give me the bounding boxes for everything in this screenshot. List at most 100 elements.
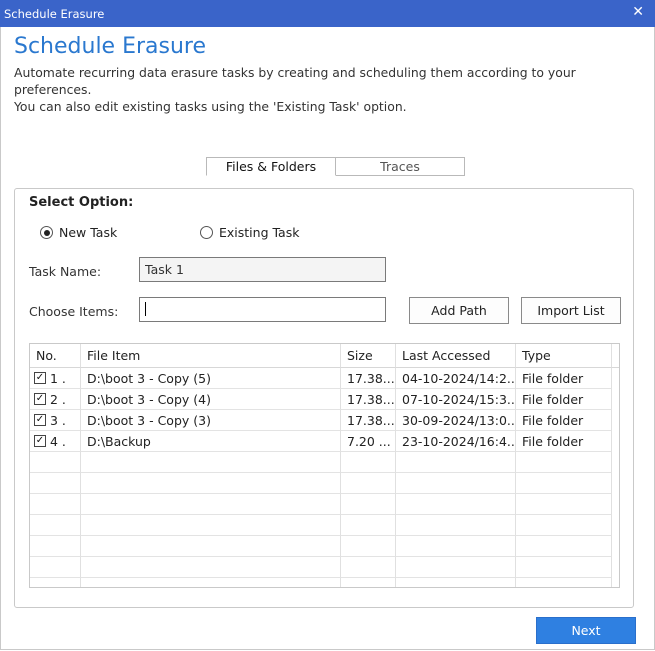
empty-cell — [81, 578, 341, 587]
empty-cell — [516, 557, 612, 578]
choose-items-label: Choose Items: — [29, 304, 119, 319]
tab-bar: Files & Folders Traces — [206, 157, 465, 176]
radio-existing-task-label: Existing Task — [219, 225, 300, 240]
radio-new-task[interactable]: New Task — [40, 225, 117, 240]
file-item-cell: D:\boot 3 - Copy (4) — [81, 389, 341, 410]
choose-items-input[interactable] — [139, 297, 386, 322]
empty-cell — [516, 452, 612, 473]
empty-cell — [81, 557, 341, 578]
empty-table-row — [30, 494, 619, 515]
row-checkbox[interactable]: ✓ — [34, 414, 46, 426]
empty-cell — [81, 452, 341, 473]
text-caret — [145, 302, 146, 316]
close-icon[interactable]: ✕ — [632, 4, 644, 20]
column-header-file-item[interactable]: File Item — [81, 344, 341, 368]
file-item-cell: D:\boot 3 - Copy (3) — [81, 410, 341, 431]
radio-new-task-circle[interactable] — [40, 226, 53, 239]
empty-cell — [516, 515, 612, 536]
empty-cell — [341, 557, 396, 578]
radio-selected-dot — [43, 229, 50, 236]
empty-cell — [341, 536, 396, 557]
empty-cell — [81, 515, 341, 536]
empty-cell — [30, 452, 81, 473]
empty-cell — [30, 578, 81, 587]
last-accessed-cell: 04-10-2024/14:2... — [396, 368, 516, 389]
file-item-cell: D:\Backup — [81, 431, 341, 452]
column-header-no[interactable]: No. — [30, 344, 81, 368]
type-cell: File folder — [516, 368, 612, 389]
radio-existing-task-circle[interactable] — [200, 226, 213, 239]
row-number-cell: ✓ 2 . — [30, 389, 81, 410]
column-header-type[interactable]: Type — [516, 344, 612, 368]
row-number: 3 . — [50, 412, 66, 428]
radio-new-task-label: New Task — [59, 225, 118, 240]
empty-cell — [396, 557, 516, 578]
task-name-label: Task Name: — [29, 264, 102, 279]
row-checkbox[interactable]: ✓ — [34, 372, 46, 384]
empty-cell — [30, 473, 81, 494]
task-name-input[interactable] — [139, 257, 386, 282]
add-path-button[interactable]: Add Path — [409, 297, 509, 324]
size-cell: 17.38... — [341, 368, 396, 389]
empty-table-row — [30, 578, 619, 587]
table-row[interactable]: ✓ 4 . D:\Backup 7.20 ... 23-10-2024/16:4.… — [30, 431, 619, 452]
empty-cell — [30, 515, 81, 536]
empty-cell — [30, 557, 81, 578]
empty-cell — [396, 452, 516, 473]
row-number: 1 . — [50, 370, 66, 386]
empty-table-row — [30, 557, 619, 578]
file-item-cell: D:\boot 3 - Copy (5) — [81, 368, 341, 389]
type-cell: File folder — [516, 410, 612, 431]
table-row[interactable]: ✓ 2 . D:\boot 3 - Copy (4) 17.38... 07-10… — [30, 389, 619, 410]
empty-cell — [516, 494, 612, 515]
row-number: 2 . — [50, 391, 66, 407]
empty-cell — [396, 473, 516, 494]
page-description: Automate recurring data erasure tasks by… — [14, 64, 655, 115]
tab-traces[interactable]: Traces — [336, 157, 465, 176]
empty-cell — [396, 536, 516, 557]
empty-cell — [81, 536, 341, 557]
column-header-last-accessed[interactable]: Last Accessed — [396, 344, 516, 368]
table-row[interactable]: ✓ 1 . D:\boot 3 - Copy (5) 17.38... 04-10… — [30, 368, 619, 389]
empty-cell — [516, 578, 612, 587]
table-row[interactable]: ✓ 3 . D:\boot 3 - Copy (3) 17.38... 30-09… — [30, 410, 619, 431]
empty-cell — [341, 473, 396, 494]
empty-table-row — [30, 473, 619, 494]
column-header-size[interactable]: Size — [341, 344, 396, 368]
row-number: 4 . — [50, 433, 66, 449]
last-accessed-cell: 30-09-2024/13:0... — [396, 410, 516, 431]
empty-cell — [30, 494, 81, 515]
page-title: Schedule Erasure — [14, 34, 207, 59]
radio-existing-task[interactable]: Existing Task — [200, 225, 299, 240]
type-cell: File folder — [516, 389, 612, 410]
size-cell: 17.38... — [341, 389, 396, 410]
empty-cell — [341, 515, 396, 536]
last-accessed-cell: 07-10-2024/15:3... — [396, 389, 516, 410]
empty-table-row — [30, 515, 619, 536]
type-cell: File folder — [516, 431, 612, 452]
empty-table-row — [30, 452, 619, 473]
row-number-cell: ✓ 1 . — [30, 368, 81, 389]
description-line-2: You can also edit existing tasks using t… — [14, 99, 407, 114]
empty-cell — [30, 536, 81, 557]
select-option-label: Select Option: — [29, 195, 134, 210]
empty-cell — [516, 473, 612, 494]
row-checkbox[interactable]: ✓ — [34, 435, 46, 447]
window-title: Schedule Erasure — [4, 7, 105, 21]
column-header-filler — [612, 344, 619, 368]
row-number-cell: ✓ 3 . — [30, 410, 81, 431]
row-checkbox[interactable]: ✓ — [34, 393, 46, 405]
empty-cell — [341, 578, 396, 587]
next-button[interactable]: Next — [536, 617, 636, 644]
import-list-button[interactable]: Import List — [521, 297, 621, 324]
empty-table-row — [30, 536, 619, 557]
last-accessed-cell: 23-10-2024/16:4... — [396, 431, 516, 452]
empty-cell — [341, 452, 396, 473]
tab-files-folders[interactable]: Files & Folders — [206, 157, 336, 176]
empty-cell — [396, 515, 516, 536]
empty-cell — [396, 578, 516, 587]
empty-cell — [396, 494, 516, 515]
title-bar: Schedule Erasure ✕ — [0, 0, 655, 27]
empty-cell — [81, 494, 341, 515]
description-line-1: Automate recurring data erasure tasks by… — [14, 65, 576, 97]
